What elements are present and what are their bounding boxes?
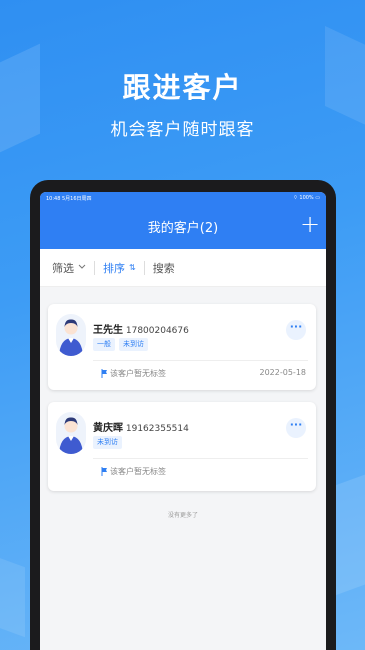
customer-name-line: 黄庆晖 19162355514 [93, 419, 189, 434]
tag-list: 未到访 [93, 436, 122, 449]
status-indicators: ⌔ 100% ▭ [293, 195, 320, 201]
status-badge: 未到访 [93, 436, 122, 449]
tag-info: 该客户暂无标签 [101, 466, 166, 477]
hero-title: 跟进客户 [122, 71, 243, 104]
page-title: 我的客户(2) [147, 221, 219, 236]
customer-phone: 17800204676 [125, 326, 189, 336]
divider [93, 458, 308, 459]
customer-card[interactable]: 王先生 17800204676 一般 未到访 ··· 该客户暂无标签 2022-… [48, 304, 316, 390]
sort-button[interactable]: 排序 ⇅ [95, 260, 144, 276]
search-label: 搜索 [152, 261, 175, 275]
more-options-button[interactable]: ··· [286, 418, 306, 438]
status-badge: 未到访 [119, 338, 148, 351]
customer-name: 黄庆晖 [93, 423, 123, 434]
search-button[interactable]: 搜索 [145, 260, 183, 276]
tag-info-text: 该客户暂无标签 [110, 467, 166, 476]
follow-up-date: 2022-05-18 [259, 368, 307, 377]
more-options-button[interactable]: ··· [286, 320, 306, 340]
customer-phone: 19162355514 [125, 424, 189, 434]
tag-info: 该客户暂无标签 [101, 368, 166, 379]
filter-dropdown[interactable]: 筛选 [40, 260, 94, 276]
hero-subtitle: 机会客户随时跟客 [110, 120, 255, 140]
flag-icon [101, 467, 108, 476]
chevron-down-icon [78, 263, 86, 272]
background-shape [0, 552, 25, 638]
status-bar: 10:48 5月16日周四 ⌔ 100% ▭ [40, 192, 326, 204]
divider [93, 360, 308, 361]
sort-label: 排序 [103, 261, 125, 275]
customer-name-line: 王先生 17800204676 [93, 321, 189, 336]
avatar [56, 314, 86, 356]
tag-info-text: 该客户暂无标签 [110, 369, 166, 378]
status-time: 10:48 5月16日周四 [46, 195, 92, 202]
flag-icon [101, 369, 108, 378]
nav-bar: 我的客户(2) + [40, 204, 326, 249]
customer-name: 王先生 [93, 325, 123, 336]
tag-list: 一般 未到访 [93, 338, 148, 351]
tablet-frame: 10:48 5月16日周四 ⌔ 100% ▭ 我的客户(2) + 筛选 排序 ⇅… [30, 180, 336, 650]
filter-label: 筛选 [52, 261, 74, 275]
customer-card[interactable]: 黄庆晖 19162355514 未到访 ··· 该客户暂无标签 [48, 402, 316, 491]
avatar [56, 412, 86, 454]
filter-bar: 筛选 排序 ⇅ 搜索 [40, 249, 326, 287]
no-more-text: 没有更多了 [167, 512, 198, 519]
app-screen: 10:48 5月16日周四 ⌔ 100% ▭ 我的客户(2) + 筛选 排序 ⇅… [40, 192, 326, 650]
status-badge: 一般 [93, 338, 115, 351]
add-customer-button[interactable]: + [300, 212, 320, 236]
sort-arrows-icon: ⇅ [129, 263, 136, 272]
